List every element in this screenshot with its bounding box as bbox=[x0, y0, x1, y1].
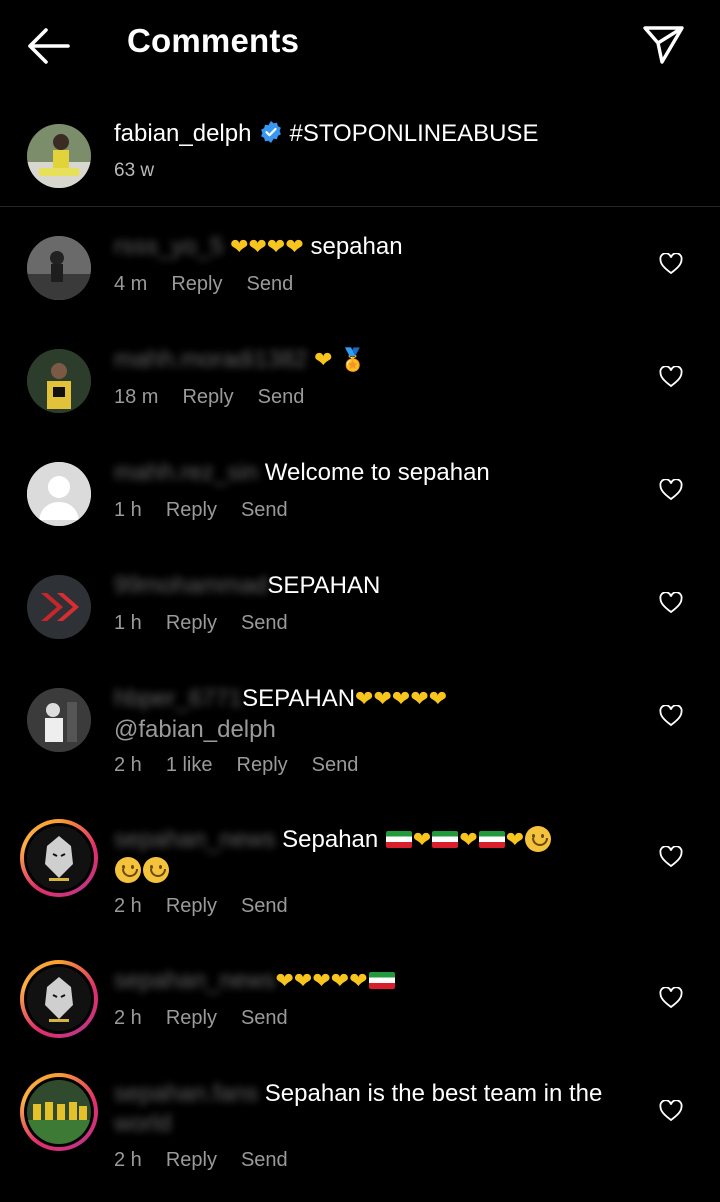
reply-button[interactable]: Reply bbox=[166, 1007, 217, 1029]
heart-icon[interactable] bbox=[659, 987, 683, 1009]
comment-item: 99mohammadSEPAHAN 1 h Reply Send bbox=[0, 569, 720, 669]
comment-item: rsss_yo_5 ❤❤❤❤ sepahan 4 m Reply Send bbox=[0, 230, 720, 330]
comment-time: 1 h bbox=[114, 612, 142, 634]
avatar[interactable] bbox=[27, 236, 91, 300]
arrow-left-icon[interactable] bbox=[26, 26, 70, 66]
post-caption-text: #STOPONLINEABUSE bbox=[289, 120, 539, 147]
post-caption: fabian_delph #STOPONLINEABUSE 63 w bbox=[0, 110, 720, 206]
heart-icon[interactable] bbox=[659, 592, 683, 614]
comment-text: sepahan bbox=[310, 233, 403, 260]
paper-plane-icon[interactable] bbox=[642, 24, 686, 66]
comment-time: 2 h bbox=[114, 754, 142, 776]
avatar[interactable] bbox=[27, 688, 91, 752]
comment-username[interactable]: mahh.moradi1382 bbox=[114, 346, 307, 373]
divider bbox=[0, 206, 720, 207]
reply-button[interactable]: Reply bbox=[166, 499, 217, 521]
comment-time: 18 m bbox=[114, 386, 159, 408]
avatar bbox=[27, 826, 91, 890]
story-ring[interactable] bbox=[20, 960, 98, 1038]
smile-emoji bbox=[115, 857, 141, 883]
yellow-heart-emoji: ❤❤❤❤ bbox=[230, 235, 304, 260]
comment-item: mahh.moradi1382 ❤ 🏅 18 m Reply Send bbox=[0, 343, 720, 443]
send-button[interactable]: Send bbox=[246, 273, 293, 295]
iran-flag-icon bbox=[478, 831, 505, 848]
comment-time: 2 h bbox=[114, 1149, 142, 1171]
post-time: 63 w bbox=[114, 160, 155, 181]
yellow-heart-emoji: ❤❤❤❤❤ bbox=[275, 969, 368, 994]
iran-flag-icon bbox=[368, 972, 395, 989]
send-button[interactable]: Send bbox=[241, 1007, 288, 1029]
comment-text: SEPAHAN bbox=[267, 572, 381, 599]
send-button[interactable]: Send bbox=[241, 1149, 288, 1171]
heart-icon[interactable] bbox=[659, 366, 683, 388]
iran-flag-icon bbox=[385, 831, 412, 848]
comment-username[interactable]: rsss_yo_5 bbox=[114, 233, 223, 260]
comment-time: 2 h bbox=[114, 1007, 142, 1029]
reply-button[interactable]: Reply bbox=[166, 895, 217, 917]
comment-username[interactable]: mahh.rez_sin bbox=[114, 459, 258, 486]
reply-button[interactable]: Reply bbox=[182, 386, 233, 408]
comment-text: Welcome to sepahan bbox=[264, 459, 490, 486]
iran-flag-icon bbox=[432, 831, 459, 848]
comment-time: 4 m bbox=[114, 273, 148, 295]
story-ring[interactable] bbox=[20, 1073, 98, 1151]
reply-button[interactable]: Reply bbox=[166, 612, 217, 634]
comment-username[interactable]: sepahan.fans bbox=[114, 1080, 258, 1107]
heart-icon[interactable] bbox=[659, 479, 683, 501]
send-button[interactable]: Send bbox=[258, 386, 305, 408]
smile-emoji bbox=[143, 857, 169, 883]
yellow-heart-emoji: ❤ bbox=[314, 348, 333, 373]
comment-time: 1 h bbox=[114, 499, 142, 521]
heart-icon[interactable] bbox=[659, 846, 683, 868]
comment-item: sepahan_news❤❤❤❤❤ 2 h Reply Send bbox=[0, 960, 720, 1064]
comment-item: sepahan_news Sepahan ❤ ❤ ❤ 2 h Reply Send bbox=[0, 819, 720, 943]
comment-item: hbper_6771SEPAHAN❤❤❤❤❤ @fabian_delph 2 h… bbox=[0, 682, 720, 802]
comment-item: sepahan.fans Sepahan is the best team in… bbox=[0, 1073, 720, 1197]
app-header: Comments bbox=[0, 0, 720, 90]
comment-text-continued: world bbox=[114, 1110, 172, 1137]
reply-button[interactable]: Reply bbox=[237, 754, 288, 776]
comment-username[interactable]: sepahan_news bbox=[114, 967, 275, 994]
default-avatar-icon[interactable] bbox=[27, 462, 91, 526]
page-title: Comments bbox=[127, 22, 300, 59]
comment-text: Sepahan bbox=[282, 826, 379, 853]
smile-emoji bbox=[525, 826, 552, 852]
heart-icon[interactable] bbox=[659, 253, 683, 275]
send-button[interactable]: Send bbox=[241, 612, 288, 634]
avatar bbox=[27, 1080, 91, 1144]
comment-text: SEPAHAN bbox=[242, 685, 356, 712]
send-button[interactable]: Send bbox=[312, 754, 359, 776]
avatar[interactable] bbox=[27, 349, 91, 413]
send-button[interactable]: Send bbox=[241, 895, 288, 917]
mention-link[interactable]: @fabian_delph bbox=[114, 716, 276, 743]
medal-emoji: 🏅 bbox=[339, 348, 367, 373]
comment-username[interactable]: hbper_6771 bbox=[114, 685, 242, 712]
comment-username[interactable]: 99mohammad bbox=[114, 572, 267, 599]
avatar[interactable] bbox=[27, 575, 91, 639]
post-username[interactable]: fabian_delph bbox=[114, 120, 251, 147]
heart-icon[interactable] bbox=[659, 1100, 683, 1122]
reply-button[interactable]: Reply bbox=[171, 273, 222, 295]
story-ring[interactable] bbox=[20, 819, 98, 897]
comment-time: 2 h bbox=[114, 895, 142, 917]
emoji-sequence: ❤ ❤ ❤ bbox=[385, 826, 552, 853]
send-button[interactable]: Send bbox=[241, 499, 288, 521]
avatar bbox=[27, 967, 91, 1031]
comment-username[interactable]: sepahan_news bbox=[114, 826, 275, 853]
heart-icon[interactable] bbox=[659, 705, 683, 727]
verified-badge-icon bbox=[261, 121, 282, 143]
like-count[interactable]: 1 like bbox=[166, 754, 213, 776]
reply-button[interactable]: Reply bbox=[166, 1149, 217, 1171]
yellow-heart-emoji: ❤❤❤❤❤ bbox=[355, 687, 448, 712]
comment-item: mahh.rez_sin Welcome to sepahan 1 h Reply… bbox=[0, 456, 720, 556]
comment-text: Sepahan is the best team in the bbox=[264, 1080, 603, 1107]
avatar[interactable] bbox=[27, 124, 91, 188]
